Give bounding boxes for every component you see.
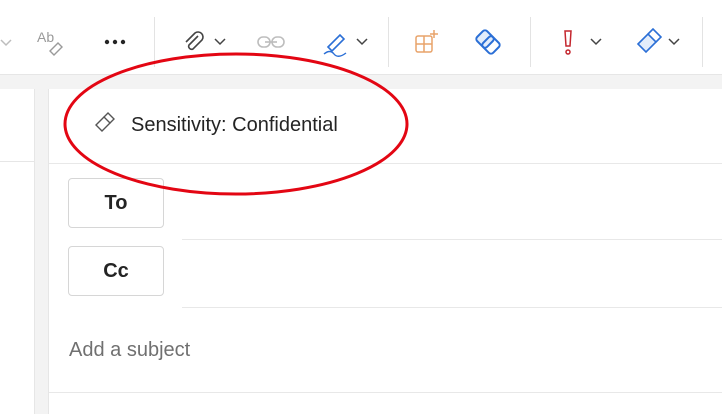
- subject-input[interactable]: Add a subject: [69, 339, 190, 362]
- sensitivity-label[interactable]: Sensitivity: Confidential: [93, 111, 338, 139]
- sensitivity-chevron-icon[interactable]: [668, 33, 680, 51]
- sensitivity-text: Sensitivity: Confidential: [131, 113, 338, 136]
- svg-text:Ab: Ab: [37, 29, 54, 45]
- left-pane: [0, 89, 35, 414]
- signature-icon[interactable]: [320, 24, 368, 60]
- signature-chevron-icon[interactable]: [356, 33, 368, 51]
- cc-button[interactable]: Cc: [68, 246, 164, 296]
- importance-icon[interactable]: [560, 24, 602, 60]
- spelling-icon[interactable]: Ab: [36, 24, 66, 60]
- apps-add-icon[interactable]: [413, 24, 439, 60]
- to-button[interactable]: To: [68, 178, 164, 228]
- ribbon-toolbar: Ab: [0, 0, 722, 75]
- attach-chevron-icon[interactable]: [214, 33, 226, 51]
- sensitivity-tag-icon: [93, 111, 119, 139]
- chevron-down-icon[interactable]: [0, 24, 12, 60]
- importance-chevron-icon[interactable]: [590, 33, 602, 51]
- insert-link-icon[interactable]: [256, 24, 286, 60]
- loop-icon[interactable]: [472, 24, 504, 60]
- attach-file-icon[interactable]: [180, 24, 226, 60]
- sensitivity-icon[interactable]: [634, 24, 680, 60]
- compose-pane: Sensitivity: Confidential To Cc Add a su…: [48, 89, 722, 414]
- more-options-icon[interactable]: [102, 24, 128, 60]
